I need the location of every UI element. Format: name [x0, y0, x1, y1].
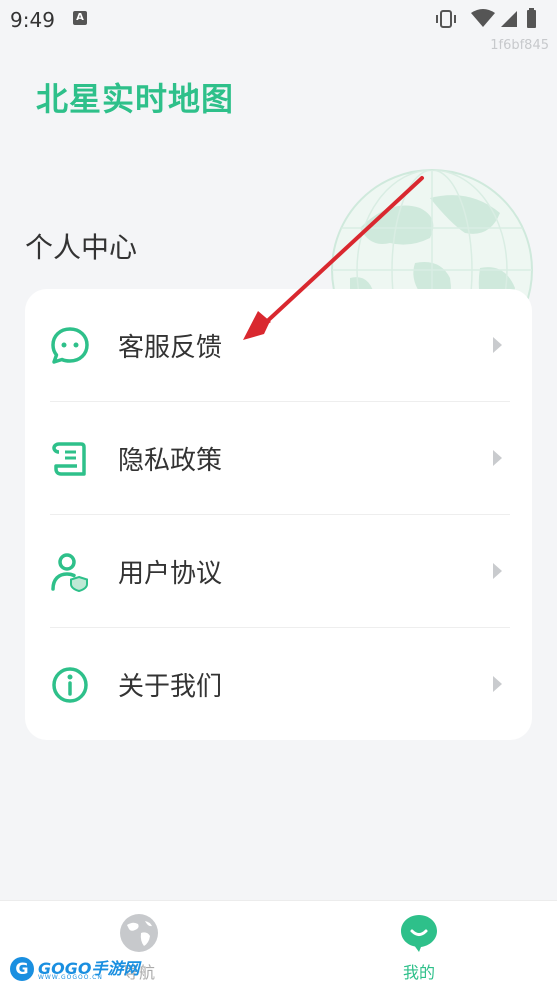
vibrate-icon — [436, 10, 456, 28]
tab-me[interactable]: 我的 — [364, 909, 474, 984]
status-time: 9:49 — [10, 8, 55, 32]
chat-smile-icon — [401, 915, 437, 952]
user-shield-icon — [51, 553, 88, 593]
menu-item-label: 关于我们 — [118, 672, 223, 702]
menu-card: 客服反馈 隐私政策 用户协议 关于我们 — [25, 289, 532, 740]
menu-item-label: 用户协议 — [118, 559, 223, 589]
globe-icon — [120, 914, 158, 952]
battery-icon — [527, 8, 536, 28]
menu-item-feedback[interactable]: 客服反馈 — [25, 289, 532, 401]
chat-bubble-icon — [51, 327, 89, 364]
info-circle-icon — [52, 667, 88, 703]
section-title: 个人中心 — [25, 231, 138, 264]
app-title: 北星实时地图 — [36, 80, 235, 118]
document-scroll-icon — [52, 442, 86, 476]
chevron-right-icon — [493, 337, 502, 353]
menu-item-label: 隐私政策 — [118, 446, 223, 476]
menu-item-about[interactable]: 关于我们 — [25, 628, 532, 740]
watermark-subtext: WWW.GOGOO.CN — [38, 974, 103, 981]
wifi-icon — [471, 9, 495, 27]
signal-icon — [501, 11, 517, 27]
chevron-right-icon — [493, 450, 502, 466]
watermark-logo-icon: G — [10, 957, 34, 981]
device-id: 1f6bf845 — [490, 38, 549, 53]
chevron-right-icon — [493, 563, 502, 579]
chevron-right-icon — [493, 676, 502, 692]
menu-item-privacy[interactable]: 隐私政策 — [25, 402, 532, 514]
status-icons — [435, 8, 545, 30]
menu-item-label: 客服反馈 — [118, 333, 223, 363]
notification-icon: A — [73, 11, 87, 25]
tab-label: 我的 — [402, 963, 435, 982]
status-bar: 9:49 A — [0, 0, 557, 38]
menu-item-user-agreement[interactable]: 用户协议 — [25, 515, 532, 627]
